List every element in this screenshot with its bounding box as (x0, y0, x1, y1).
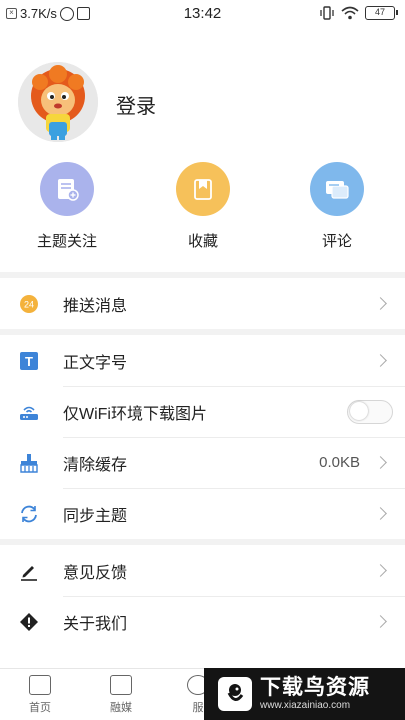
watermark-url: www.xiazainiao.com (260, 700, 351, 711)
broom-icon (18, 452, 40, 474)
warning-diamond-icon (18, 611, 40, 633)
push-badge-text: 24 (24, 299, 34, 309)
home-news-icon (29, 675, 51, 695)
push-badge-icon: 24 (18, 293, 40, 315)
chevron-right-icon (374, 354, 387, 367)
nav-home[interactable]: 首页 (10, 675, 70, 715)
menu-label: 清除缓存 (63, 456, 128, 474)
status-right: 47 (319, 6, 398, 20)
wifi-icon (341, 6, 359, 20)
vibrate-icon (320, 6, 334, 20)
chevron-right-icon (374, 456, 387, 469)
menu-wifi-images: 仅WiFi环境下载图片 (0, 386, 405, 437)
shortcut-label: 评论 (321, 233, 352, 250)
menu-sync-topics[interactable]: 同步主题 (0, 488, 405, 539)
shortcut-comment[interactable]: 评论 (282, 162, 392, 251)
menu-label: 意见反馈 (63, 564, 128, 582)
shortcut-label: 收藏 (187, 233, 218, 250)
watermark-banner: 下载鸟资源 www.xiazainiao.com (204, 668, 405, 720)
cache-size: 0.0KB (319, 454, 360, 471)
font-size-icon-text: T (25, 354, 33, 369)
wifi-images-toggle[interactable] (347, 399, 393, 424)
toggle-knob (350, 402, 368, 420)
avatar[interactable] (18, 62, 98, 142)
login-link[interactable]: 登录 (116, 90, 156, 119)
sync-icon (18, 503, 40, 525)
comment-icon (310, 162, 364, 216)
menu-about-us[interactable]: 关于我们 (0, 596, 405, 647)
chevron-right-icon (374, 564, 387, 577)
shortcut-row: 主题关注 收藏 评论 (0, 162, 405, 254)
menu-label: 关于我们 (63, 615, 128, 633)
font-size-icon: T (18, 350, 40, 372)
media-icon (110, 675, 132, 695)
profile-header: 登录 (0, 58, 405, 144)
watermark-title: 下载鸟资源 (260, 676, 370, 699)
menu-label: 同步主题 (63, 507, 128, 525)
chevron-right-icon (374, 297, 387, 310)
menu-label: 仅WiFi环境下载图片 (63, 405, 207, 423)
menu-label: 正文字号 (63, 354, 128, 372)
lion-mascot-icon (18, 62, 98, 142)
chevron-right-icon (374, 507, 387, 520)
menu-clear-cache[interactable]: 清除缓存 0.0KB (0, 437, 405, 488)
router-icon (18, 401, 40, 423)
chevron-right-icon (374, 615, 387, 628)
menu-feedback[interactable]: 意见反馈 (0, 545, 405, 596)
topic-follow-icon (40, 162, 94, 216)
nav-media[interactable]: 融媒 (91, 675, 151, 715)
nav-label: 融媒 (110, 702, 132, 714)
menu-label: 推送消息 (63, 297, 128, 315)
status-bar: × 3.7K/s 13:42 47 (0, 0, 405, 28)
menu-push-messages[interactable]: 24 推送消息 (0, 278, 405, 329)
shortcut-topic-follow[interactable]: 主题关注 (12, 162, 122, 251)
nav-label: 首页 (29, 702, 51, 714)
battery-icon: 47 (365, 6, 398, 20)
pencil-icon (18, 560, 40, 582)
shortcut-favorite[interactable]: 收藏 (148, 162, 258, 251)
favorite-icon (176, 162, 230, 216)
menu-font-size[interactable]: T 正文字号 (0, 335, 405, 386)
shortcut-label: 主题关注 (36, 233, 97, 250)
bird-logo-icon (218, 677, 252, 711)
watermark-text: 下载鸟资源 www.xiazainiao.com (260, 676, 370, 712)
